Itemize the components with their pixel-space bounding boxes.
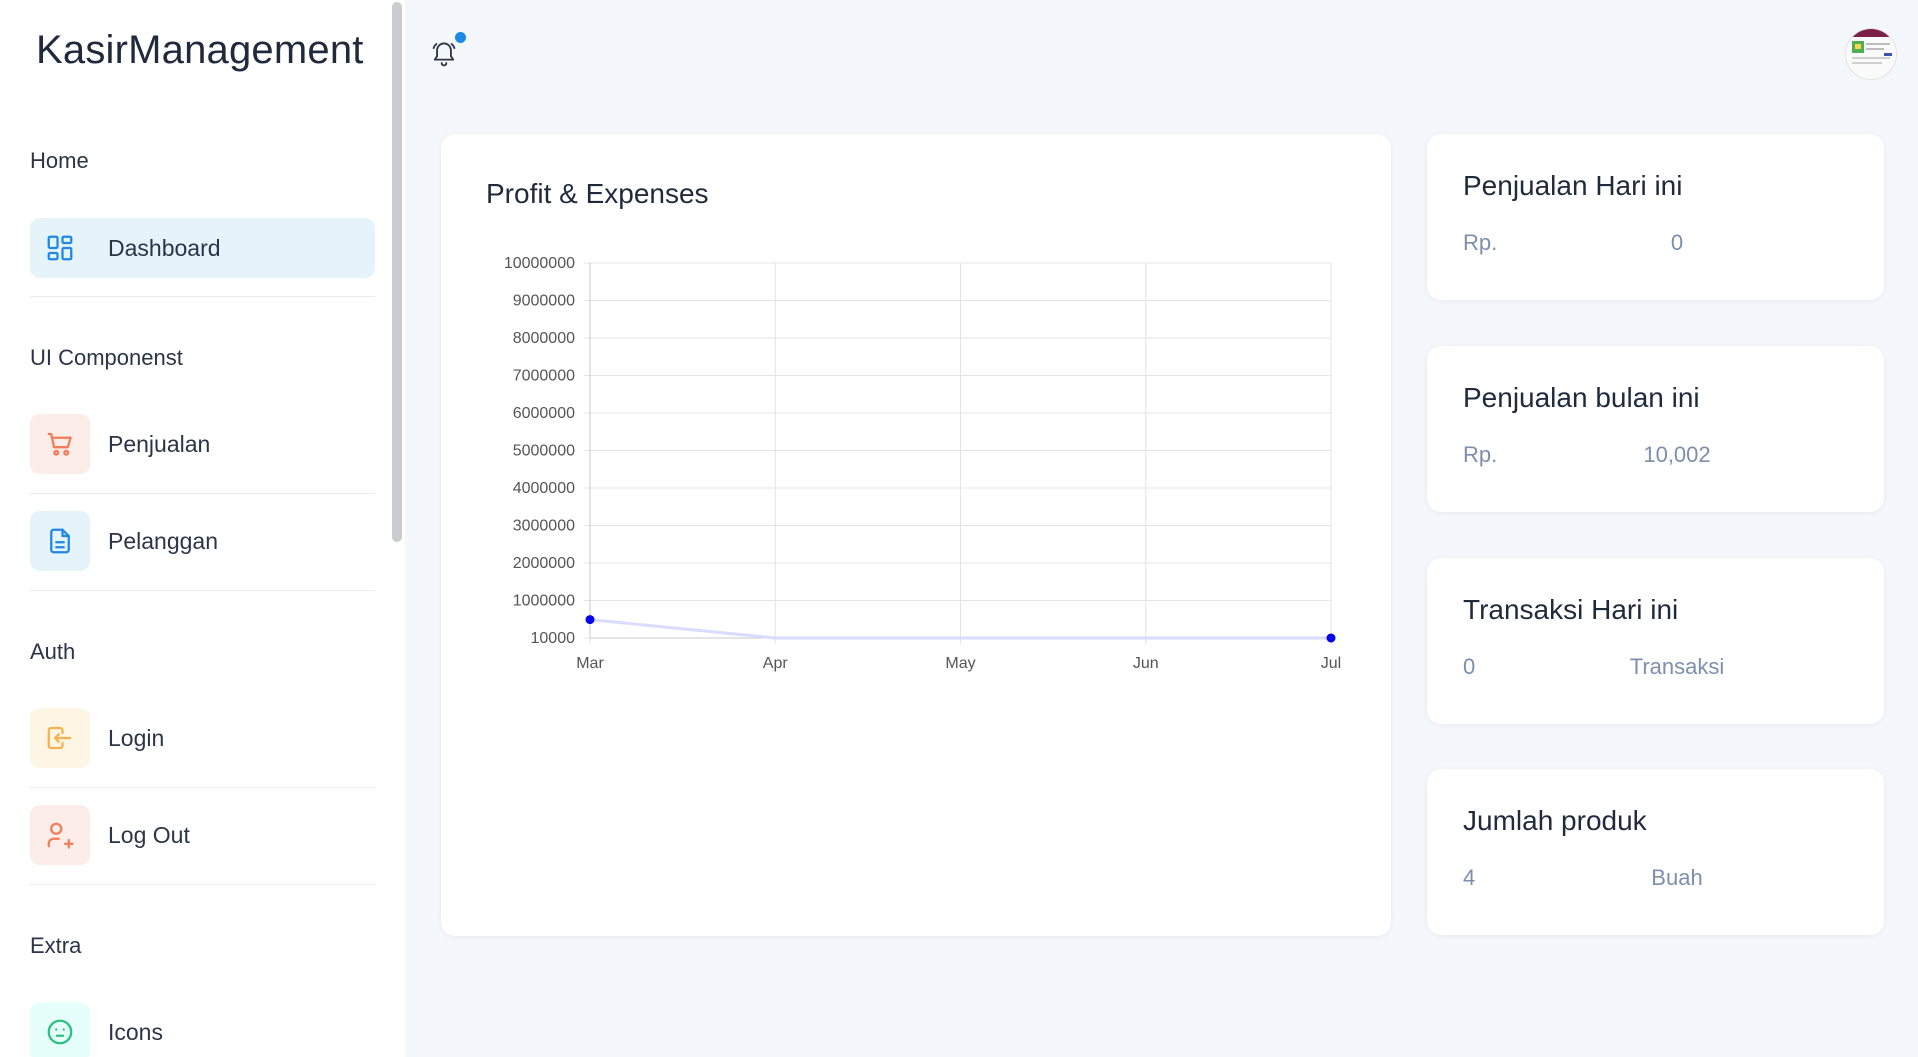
stat-unit: Transaksi [1629, 654, 1725, 679]
stat-value: 4 [1463, 865, 1476, 890]
stat-title: Penjualan bulan ini [1463, 382, 1700, 413]
sidebar-item-logout[interactable]: Log Out [30, 805, 375, 865]
profit-expenses-card: Profit & Expenses 10000 1000000 2000000 300… [441, 134, 1391, 936]
sidebar-item-label: Login [108, 724, 165, 751]
x-tick-label: May [945, 655, 975, 672]
sidebar: KasirManagement Home Dashboard UI Compon… [0, 0, 405, 1057]
login-icon [30, 708, 90, 768]
brand-logo-text[interactable]: KasirManagement [36, 28, 364, 73]
dashboard-icon [30, 218, 90, 278]
x-tick-label: Jun [1133, 655, 1159, 672]
stat-card-sales-today: Penjualan Hari ini Rp. 0 [1427, 134, 1884, 300]
divider [30, 787, 375, 788]
divider [30, 884, 375, 885]
stat-value: 10,002 [1643, 442, 1711, 467]
stat-value: 0 [1463, 654, 1476, 679]
sidebar-item-label: Icons [108, 1018, 163, 1045]
stat-title: Penjualan Hari ini [1463, 170, 1683, 201]
y-tick-label: 5000000 [513, 443, 575, 460]
sidebar-item-dashboard[interactable]: Dashboard [30, 218, 375, 278]
stat-currency: Rp. [1463, 442, 1498, 467]
y-tick-label: 3000000 [513, 518, 575, 535]
sidebar-item-icons[interactable]: Icons [30, 1002, 375, 1057]
y-tick-label: 10000 [531, 630, 576, 647]
x-tick-label: Jul [1321, 655, 1341, 672]
stat-card-sales-month: Penjualan bulan ini Rp. 10,002 [1427, 346, 1884, 512]
sidebar-item-login[interactable]: Login [30, 708, 375, 768]
notification-dot [455, 32, 466, 43]
sidebar-item-label: Penjualan [108, 430, 211, 457]
divider [30, 493, 375, 494]
sidebar-item-label: Log Out [108, 821, 190, 848]
nav-section-auth: Auth [30, 639, 76, 664]
sidebar-item-label: Pelanggan [108, 527, 218, 554]
sidebar-scrollbar[interactable] [392, 2, 402, 542]
y-tick-label: 10000000 [504, 255, 575, 272]
sidebar-item-label: Dashboard [108, 234, 221, 261]
y-tick-label: 4000000 [513, 480, 575, 497]
stat-value: 0 [1670, 230, 1684, 255]
bell-icon[interactable] [430, 40, 458, 70]
mood-icon [30, 1002, 90, 1057]
stat-title: Jumlah produk [1463, 805, 1647, 836]
y-tick-label: 2000000 [513, 555, 575, 572]
stat-card-transactions-today: Transaksi Hari ini 0 Transaksi [1427, 558, 1884, 724]
y-tick-label: 1000000 [513, 593, 575, 610]
stat-title: Transaksi Hari ini [1463, 594, 1679, 625]
stat-unit: Buah [1651, 865, 1703, 890]
document-icon [30, 511, 90, 571]
profit-expenses-chart[interactable]: 10000 1000000 2000000 3000000 4000000 5000000… [441, 134, 1391, 694]
y-tick-label: 8000000 [513, 330, 575, 347]
y-tick-label: 6000000 [513, 405, 575, 422]
cart-icon [30, 414, 90, 474]
nav-section-ui-components: UI Componenst [30, 345, 183, 370]
data-point [585, 615, 595, 625]
divider [30, 590, 375, 591]
user-plus-icon [30, 805, 90, 865]
nav-section-home: Home [30, 148, 89, 173]
divider [30, 296, 375, 297]
stat-currency: Rp. [1463, 230, 1498, 255]
y-tick-label: 9000000 [513, 293, 575, 310]
data-point [1326, 633, 1336, 643]
y-tick-label: 7000000 [513, 368, 575, 385]
x-tick-label: Apr [763, 655, 789, 672]
sidebar-item-pelanggan[interactable]: Pelanggan [30, 511, 375, 571]
x-tick-label: Mar [576, 655, 604, 672]
stat-card-product-count: Jumlah produk 4 Buah [1427, 769, 1884, 935]
avatar[interactable] [1845, 28, 1897, 80]
sidebar-item-penjualan[interactable]: Penjualan [30, 414, 375, 474]
nav-section-extra: Extra [30, 933, 82, 958]
